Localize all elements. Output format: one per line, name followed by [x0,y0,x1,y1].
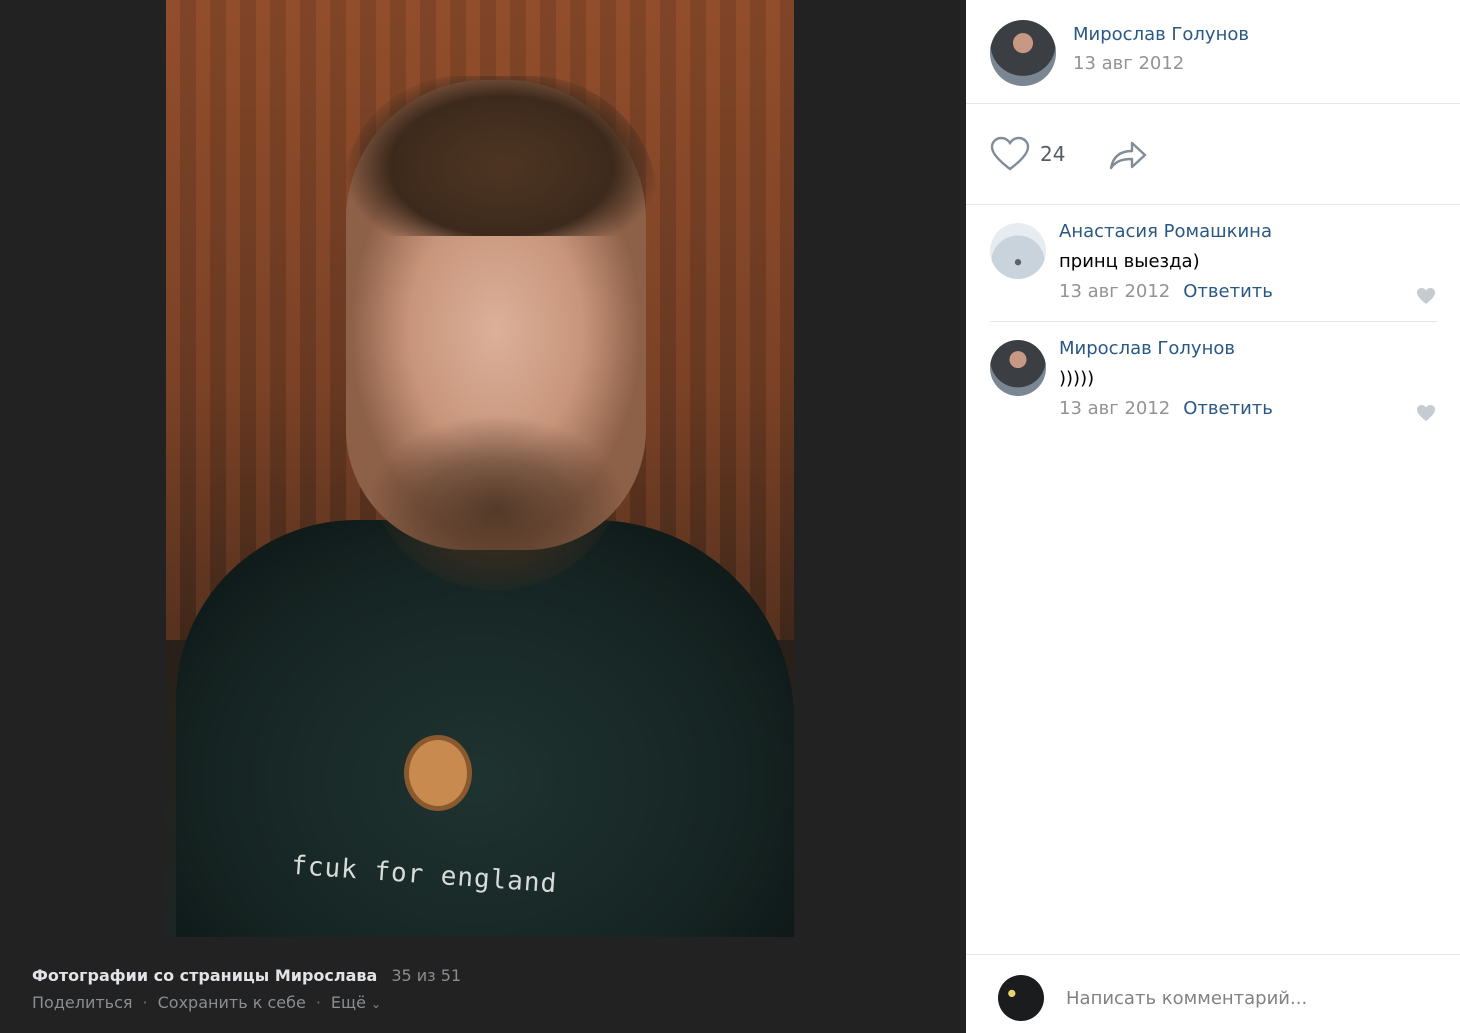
save-link[interactable]: Сохранить к себе [158,993,306,1012]
more-button[interactable]: Ещё ⌄ [331,993,381,1012]
photo[interactable]: fcuk for england [166,0,794,937]
current-user-avatar[interactable] [998,975,1044,1021]
commenter-avatar[interactable] [990,223,1046,279]
reply-link[interactable]: Ответить [1183,281,1273,302]
comment-text: ))))) [1059,368,1095,389]
comment-date[interactable]: 13 авг 2012 [1059,281,1170,302]
author-name[interactable]: Мирослав Голунов [1073,24,1249,45]
share-link[interactable]: Поделиться [32,993,133,1012]
photo-viewer: fcuk for england Фотографии со страницы … [0,0,966,1033]
album-info: Фотографии со страницы Мирослава 35 из 5… [32,966,932,985]
comment-item: Анастасия Ромашкина принц выезда) 13 авг… [966,205,1460,321]
chevron-down-icon: ⌄ [371,997,382,1011]
share-arrow-icon[interactable] [1108,138,1148,172]
author-avatar[interactable] [990,20,1056,86]
separator: · [142,993,148,1012]
heart-icon[interactable] [990,136,1030,172]
album-title[interactable]: Фотографии со страницы Мирослава [32,966,377,985]
heart-icon[interactable] [1416,287,1436,305]
comment-date[interactable]: 13 авг 2012 [1059,398,1170,419]
reply-link[interactable]: Ответить [1183,398,1273,419]
photo-counter: 35 из 51 [391,966,462,985]
likes-bar: 24 [966,104,1460,205]
post-date[interactable]: 13 авг 2012 [1073,53,1184,74]
commenter-avatar[interactable] [990,340,1046,396]
comment-input[interactable] [1066,981,1436,1015]
comment-meta: 13 авг 2012 Ответить [1059,281,1273,302]
post-author-block: Мирослав Голунов 13 авг 2012 [966,0,1460,104]
comment-author[interactable]: Мирослав Голунов [1059,338,1235,359]
comment-text: принц выезда) [1059,251,1200,272]
comment-item: Мирослав Голунов ))))) 13 авг 2012 Ответ… [966,322,1460,438]
photo-pendant [404,735,472,811]
comment-author[interactable]: Анастасия Ромашкина [1059,221,1272,242]
side-panel: Мирослав Голунов 13 авг 2012 24 Анастаси… [966,0,1460,1033]
more-label: Ещё [330,993,366,1012]
photo-actions: Поделиться · Сохранить к себе · Ещё ⌄ [32,993,932,1012]
viewer-footer: Фотографии со страницы Мирослава 35 из 5… [32,966,932,1012]
comment-meta: 13 авг 2012 Ответить [1059,398,1273,419]
separator: · [315,993,321,1012]
like-count: 24 [1040,142,1066,166]
comment-composer [966,954,1460,1033]
heart-icon[interactable] [1416,404,1436,422]
